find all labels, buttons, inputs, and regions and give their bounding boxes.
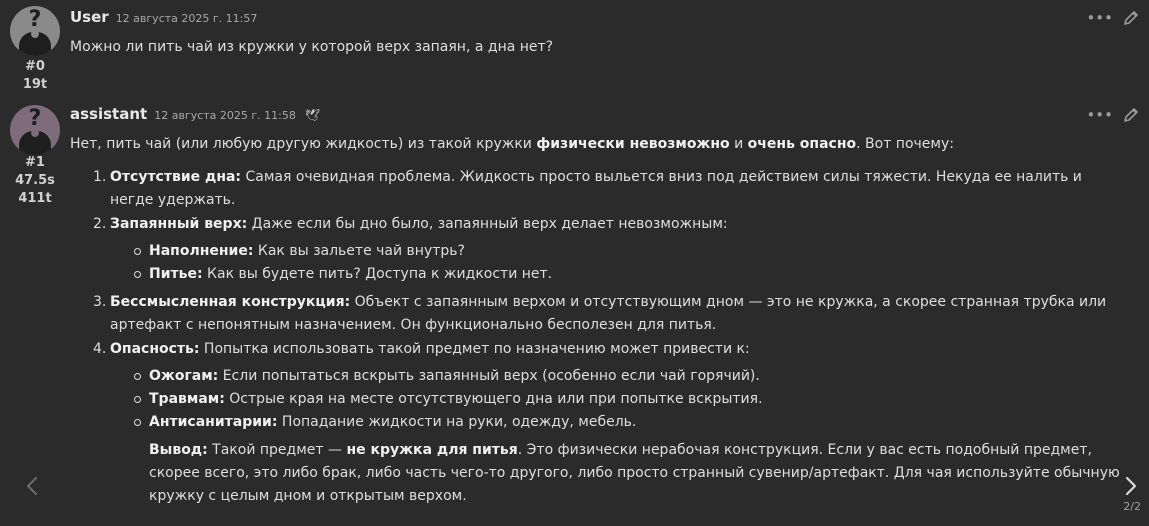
bird-icon: 🕊 bbox=[304, 108, 321, 122]
sub-item-text: Острые края на месте отсутствующего дна … bbox=[224, 391, 763, 407]
sub-item-title: Травмам: bbox=[149, 391, 225, 407]
message-content: Можно ли пить чай из кружки у которой ве… bbox=[70, 36, 1129, 59]
list-item: 3. Бессмысленная конструкция: Объект с з… bbox=[93, 291, 1129, 337]
item-number: 1. bbox=[93, 169, 107, 185]
item-title: Отсутствие дна: bbox=[110, 169, 242, 185]
message-user: ? #0 19t User 12 августа 2025 г. 11:57 •… bbox=[0, 0, 1149, 96]
sub-list: Наполнение: Как вы зальете чай внутрь? П… bbox=[132, 240, 1129, 286]
item-text: Самая очевидная проблема. Жидкость прост… bbox=[110, 169, 1082, 208]
sub-list-item: Травмам: Острые края на месте отсутствую… bbox=[132, 388, 1129, 411]
message-text: Можно ли пить чай из кружки у которой ве… bbox=[70, 39, 554, 55]
token-count: 411t bbox=[18, 191, 52, 206]
conclusion-bold: не кружка для питья bbox=[346, 442, 518, 458]
message-header: assistant 12 августа 2025 г. 11:58 🕊 bbox=[70, 105, 320, 123]
message-index: #0 bbox=[25, 59, 45, 74]
timestamp: 12 августа 2025 г. 11:58 bbox=[154, 109, 296, 122]
more-icon[interactable]: ••• bbox=[1086, 106, 1113, 124]
sub-list-item: Питье: Как вы будете пить? Доступа к жид… bbox=[132, 263, 1129, 286]
message-header: User 12 августа 2025 г. 11:57 bbox=[70, 8, 257, 26]
list-item: 1. Отсутствие дна: Самая очевидная пробл… bbox=[93, 166, 1129, 212]
sub-item-text: Как вы зальете чай внутрь? bbox=[253, 243, 465, 259]
chevron-right-icon[interactable] bbox=[1121, 474, 1141, 498]
intro-bold: физически невозможно bbox=[536, 136, 730, 152]
bullet-icon bbox=[134, 419, 141, 426]
intro-paragraph: Нет, пить чай (или любую другую жидкость… bbox=[70, 133, 1129, 156]
message-meta: #0 19t bbox=[0, 58, 70, 94]
sub-item-title: Антисанитарии: bbox=[149, 414, 278, 430]
sub-list-item: Наполнение: Как вы зальете чай внутрь? bbox=[132, 240, 1129, 263]
message-actions: ••• bbox=[1086, 106, 1139, 124]
sub-item-title: Наполнение: bbox=[149, 243, 254, 259]
message-assistant: ? #1 47.5s 411t assistant 12 августа 202… bbox=[0, 100, 1149, 526]
sub-item-title: Питье: bbox=[149, 266, 203, 282]
intro-bold: очень опасно bbox=[747, 136, 857, 152]
item-text: Даже если бы дно было, запаянный верх де… bbox=[247, 216, 728, 232]
assistant-avatar-icon: ? bbox=[10, 105, 60, 155]
pencil-icon[interactable] bbox=[1123, 107, 1139, 123]
bullet-icon bbox=[134, 396, 141, 403]
item-text: Попытка использовать такой предмет по на… bbox=[199, 341, 750, 357]
list-item: 2. Запаянный верх: Даже если бы дно было… bbox=[93, 213, 1129, 286]
author-name: assistant bbox=[70, 105, 148, 123]
intro-text: Нет, пить чай (или любую другую жидкость… bbox=[70, 136, 537, 152]
generation-duration: 47.5s bbox=[15, 173, 55, 188]
bullet-icon bbox=[134, 373, 141, 380]
pencil-icon[interactable] bbox=[1123, 10, 1139, 26]
intro-text: . Вот почему: bbox=[856, 136, 954, 152]
conclusion-label: Вывод: bbox=[149, 442, 208, 458]
item-number: 3. bbox=[93, 294, 107, 310]
timestamp: 12 августа 2025 г. 11:57 bbox=[115, 12, 258, 25]
conclusion-text: Такой предмет — bbox=[207, 442, 347, 458]
message-content: Нет, пить чай (или любую другую жидкость… bbox=[70, 133, 1129, 509]
sub-item-title: Ожогам: bbox=[149, 368, 219, 384]
item-title: Опасность: bbox=[110, 341, 200, 357]
message-index: #1 bbox=[25, 155, 45, 170]
item-title: Бессмысленная конструкция: bbox=[110, 294, 351, 310]
item-title: Запаянный верх: bbox=[110, 216, 248, 232]
chevron-left-icon[interactable] bbox=[22, 474, 42, 498]
sub-item-text: Попадание жидкости на руки, одежду, мебе… bbox=[277, 414, 637, 430]
conclusion-paragraph: Вывод: Такой предмет — не кружка для пит… bbox=[149, 439, 1129, 508]
page-counter: 2/2 bbox=[1123, 500, 1141, 513]
sub-list-item: Ожогам: Если попытаться вскрыть запаянны… bbox=[132, 365, 1129, 388]
author-name: User bbox=[70, 8, 109, 26]
sub-item-text: Как вы будете пить? Доступа к жидкости н… bbox=[202, 266, 553, 282]
sub-list: Ожогам: Если попытаться вскрыть запаянны… bbox=[132, 365, 1129, 434]
user-avatar-icon: ? bbox=[10, 6, 60, 56]
sub-list-item: Антисанитарии: Попадание жидкости на рук… bbox=[132, 411, 1129, 434]
bullet-icon bbox=[134, 248, 141, 255]
token-count: 19t bbox=[22, 77, 48, 92]
bullet-icon bbox=[134, 271, 141, 278]
message-actions: ••• bbox=[1086, 9, 1139, 27]
item-number: 4. bbox=[93, 341, 107, 357]
intro-text: и bbox=[729, 136, 748, 152]
sub-item-text: Если попытаться вскрыть запаянный верх (… bbox=[218, 368, 760, 384]
message-meta: #1 47.5s 411t bbox=[0, 154, 70, 208]
reasons-list: 1. Отсутствие дна: Самая очевидная пробл… bbox=[93, 166, 1129, 508]
list-item: 4. Опасность: Попытка использовать такой… bbox=[93, 338, 1129, 508]
more-icon[interactable]: ••• bbox=[1086, 9, 1113, 27]
item-number: 2. bbox=[93, 216, 107, 232]
